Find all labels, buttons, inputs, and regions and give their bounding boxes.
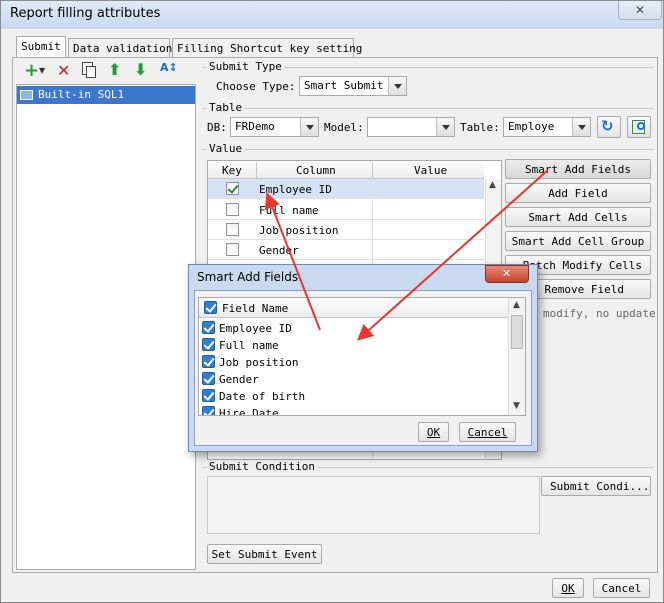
- copy-icon-back: [86, 66, 96, 78]
- row-key-checkbox[interactable]: [226, 203, 239, 216]
- field-item: Hire Date: [219, 407, 279, 415]
- smart-add-fields-button[interactable]: Smart Add Fields: [505, 159, 651, 179]
- table-select[interactable]: Employe: [503, 117, 591, 137]
- submit-type-label: Submit Type: [207, 60, 284, 73]
- field-checkbox[interactable]: [202, 389, 215, 402]
- field-item-partial: Hire Date: [199, 404, 508, 415]
- list-item-built-in-sql1[interactable]: Built-in SQL1: [17, 86, 195, 104]
- dialog-scrollbar[interactable]: ▲ ▼: [508, 298, 525, 415]
- db-select[interactable]: FRDemo: [230, 117, 319, 137]
- table-group-label: Table: [207, 101, 245, 114]
- chevron-down-icon: [300, 118, 318, 136]
- field-checkbox[interactable]: [202, 406, 215, 415]
- chevron-down-icon: [388, 77, 406, 95]
- submit-condition-box[interactable]: [207, 476, 540, 534]
- submit-condition-button[interactable]: Submit Condi...: [541, 476, 651, 496]
- db-label: DB:: [207, 121, 227, 134]
- field-item: Date of birth: [219, 390, 306, 403]
- list-item-label: Built-in SQL1: [38, 88, 125, 101]
- row-column: Employee ID: [259, 183, 332, 196]
- chevron-up-icon: ▲: [513, 300, 520, 310]
- left-list-panel: [16, 84, 196, 570]
- field-checkbox[interactable]: [202, 372, 215, 385]
- close-icon: ✕: [502, 267, 512, 280]
- magnifier-icon: [637, 122, 645, 130]
- dialog-cancel-button[interactable]: Cancel: [459, 422, 516, 442]
- table-value: Employe: [508, 120, 555, 133]
- field-item: Job position: [219, 356, 299, 369]
- refresh-button[interactable]: ↻: [597, 116, 621, 138]
- db-value: FRDemo: [235, 120, 275, 133]
- add-field-button[interactable]: Add Field: [505, 183, 651, 203]
- cancel-button[interactable]: Cancel: [593, 578, 650, 598]
- dialog-list-header-label: Field Name: [222, 302, 289, 315]
- tab-filling-shortcut[interactable]: Filling Shortcut key setting: [172, 38, 362, 58]
- scroll-thumb[interactable]: [511, 315, 523, 349]
- smart-add-cells-button[interactable]: Smart Add Cells: [505, 207, 651, 227]
- table-label: Table:: [460, 121, 500, 134]
- move-down-icon[interactable]: ⬇: [134, 60, 147, 79]
- window-close-button[interactable]: ✕: [618, 1, 662, 20]
- ok-button[interactable]: OK: [552, 578, 584, 598]
- refresh-icon: ↻: [601, 117, 614, 135]
- model-label: Model:: [324, 121, 364, 134]
- dialog-ok-button[interactable]: OK: [418, 422, 449, 442]
- model-select[interactable]: [367, 117, 455, 137]
- table-row[interactable]: [208, 200, 484, 220]
- field-item: Employee ID: [219, 322, 292, 335]
- field-item: Full name: [219, 339, 279, 352]
- add-icon[interactable]: +: [24, 60, 39, 81]
- header-key: Key: [222, 164, 242, 177]
- submit-condition-label: Submit Condition: [207, 460, 317, 473]
- row-column: Gender: [259, 244, 299, 257]
- database-icon: [20, 90, 33, 100]
- header-divider: [372, 162, 373, 178]
- tab-data-validation[interactable]: Data validation: [68, 38, 172, 58]
- header-value: Value: [414, 164, 448, 177]
- window-title: Report filling attributes: [10, 6, 161, 21]
- close-icon: ✕: [635, 3, 646, 17]
- smart-add-cell-group-button[interactable]: Smart Add Cell Group: [505, 231, 651, 251]
- field-item: Gender: [219, 373, 259, 386]
- row-key-checkbox[interactable]: [226, 182, 239, 195]
- row-key-checkbox[interactable]: [226, 223, 239, 236]
- chevron-up-icon: ▲: [489, 180, 496, 190]
- chevron-down-icon: ▼: [513, 401, 520, 411]
- choose-type-select[interactable]: Smart Submit: [299, 76, 407, 96]
- row-column: Full name: [259, 204, 319, 217]
- dropdown-icon[interactable]: ▼: [39, 66, 45, 75]
- left-toolbar: + ▼ ✕ ⬆ ⬇ A↕: [16, 60, 196, 84]
- tab-submit[interactable]: Submit: [16, 36, 66, 57]
- set-submit-event-button[interactable]: Set Submit Event: [207, 544, 322, 564]
- header-divider: [256, 162, 257, 178]
- row-column: Job position: [259, 224, 339, 237]
- choose-type-label: Choose Type:: [216, 80, 296, 93]
- table-row[interactable]: [208, 240, 484, 260]
- chevron-down-icon: [572, 118, 590, 136]
- chevron-down-icon: [436, 118, 454, 136]
- sort-icon[interactable]: A↕: [160, 61, 178, 74]
- modify-no-update-label: modify, no update: [543, 307, 656, 320]
- preview-button[interactable]: [627, 116, 651, 138]
- delete-icon[interactable]: ✕: [57, 61, 70, 80]
- table-row[interactable]: [208, 220, 484, 240]
- choose-type-value: Smart Submit: [304, 79, 384, 92]
- field-checkbox[interactable]: [202, 355, 215, 368]
- row-key-checkbox[interactable]: [226, 243, 239, 256]
- select-all-checkbox[interactable]: [204, 301, 217, 314]
- value-group-label: Value: [207, 142, 245, 155]
- field-checkbox[interactable]: [202, 321, 215, 334]
- dialog-close-button[interactable]: ✕: [485, 265, 529, 283]
- dialog-title: Smart Add Fields: [197, 270, 299, 284]
- header-column: Column: [296, 164, 336, 177]
- table-row[interactable]: [208, 179, 484, 199]
- field-checkbox[interactable]: [202, 338, 215, 351]
- move-up-icon[interactable]: ⬆: [108, 60, 121, 79]
